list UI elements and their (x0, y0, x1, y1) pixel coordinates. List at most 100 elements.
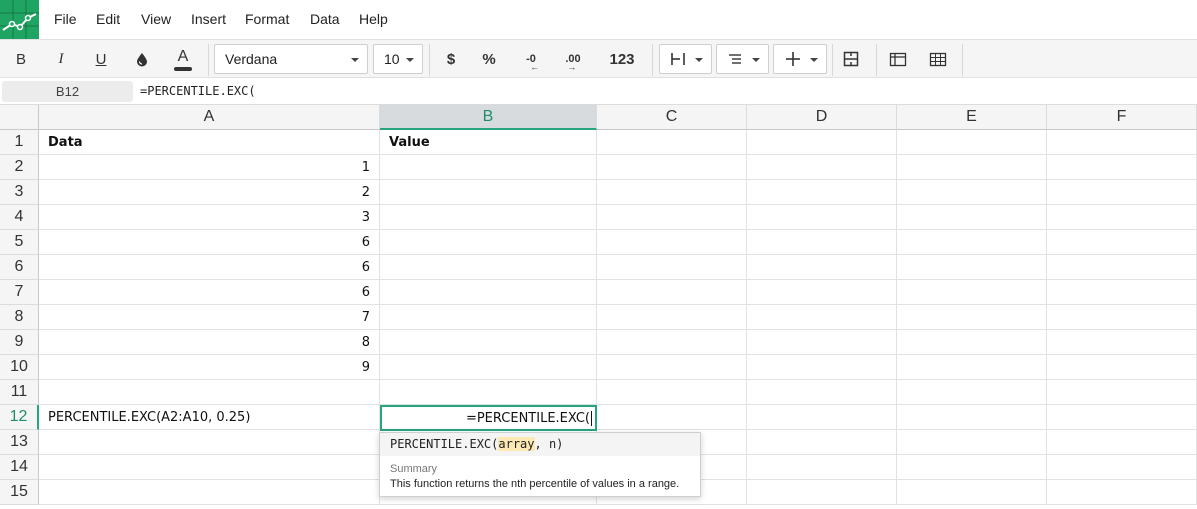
cell-b10[interactable] (380, 355, 597, 380)
menu-edit[interactable]: Edit (96, 11, 120, 27)
cell-f13[interactable] (1047, 430, 1197, 455)
column-header-d[interactable]: D (747, 105, 897, 130)
cell-c8[interactable] (597, 305, 747, 330)
cell-e14[interactable] (897, 455, 1047, 480)
function-signature[interactable]: PERCENTILE.EXC(array, n) (380, 433, 700, 456)
cell-c11[interactable] (597, 380, 747, 405)
row-header[interactable]: 7 (0, 280, 39, 305)
freeze-panes-button[interactable] (883, 40, 913, 78)
row-header[interactable]: 13 (0, 430, 39, 455)
cell-c10[interactable] (597, 355, 747, 380)
row-header[interactable]: 1 (0, 130, 39, 155)
cell-e7[interactable] (897, 280, 1047, 305)
cell-c3[interactable] (597, 180, 747, 205)
column-header-b[interactable]: B (380, 105, 597, 130)
cell-d3[interactable] (747, 180, 897, 205)
cell-c6[interactable] (597, 255, 747, 280)
cell-d2[interactable] (747, 155, 897, 180)
row-header[interactable]: 10 (0, 355, 39, 380)
cell-f9[interactable] (1047, 330, 1197, 355)
cell-f15[interactable] (1047, 480, 1197, 505)
font-size-select[interactable]: 10 (373, 44, 423, 74)
fill-color-button[interactable] (125, 40, 159, 78)
cell-f2[interactable] (1047, 155, 1197, 180)
horizontal-align-select[interactable] (659, 44, 712, 74)
cell-a11[interactable] (39, 380, 380, 405)
cell-a14[interactable] (39, 455, 380, 480)
cell-d4[interactable] (747, 205, 897, 230)
cell-f5[interactable] (1047, 230, 1197, 255)
grid-lines-button[interactable] (923, 40, 953, 78)
cell-name-box[interactable]: B12 (2, 81, 133, 102)
cell-f3[interactable] (1047, 180, 1197, 205)
cell-d5[interactable] (747, 230, 897, 255)
font-family-select[interactable]: Verdana (214, 44, 368, 74)
column-header-f[interactable]: F (1047, 105, 1197, 130)
cell-c12[interactable] (597, 405, 747, 430)
cell-d15[interactable] (747, 480, 897, 505)
cell-c2[interactable] (597, 155, 747, 180)
row-header[interactable]: 15 (0, 480, 39, 505)
cell-a6[interactable]: 6 (39, 255, 380, 280)
cell-d6[interactable] (747, 255, 897, 280)
cell-a1[interactable]: Data (39, 130, 380, 155)
cell-e9[interactable] (897, 330, 1047, 355)
cell-b5[interactable] (380, 230, 597, 255)
cell-e2[interactable] (897, 155, 1047, 180)
cell-a2[interactable]: 1 (39, 155, 380, 180)
cell-f14[interactable] (1047, 455, 1197, 480)
cell-f8[interactable] (1047, 305, 1197, 330)
cell-a8[interactable]: 7 (39, 305, 380, 330)
cell-d14[interactable] (747, 455, 897, 480)
menu-data[interactable]: Data (310, 11, 340, 27)
cell-c9[interactable] (597, 330, 747, 355)
merge-cells-button[interactable] (836, 40, 866, 78)
cell-d1[interactable] (747, 130, 897, 155)
cell-c4[interactable] (597, 205, 747, 230)
row-header-active[interactable]: 12 (0, 405, 39, 430)
cell-b8[interactable] (380, 305, 597, 330)
cell-a12[interactable]: PERCENTILE.EXC(A2:A10, 0.25) (39, 405, 380, 430)
cell-b9[interactable] (380, 330, 597, 355)
menu-help[interactable]: Help (359, 11, 388, 27)
cell-a9[interactable]: 8 (39, 330, 380, 355)
cell-b3[interactable] (380, 180, 597, 205)
cell-e1[interactable] (897, 130, 1047, 155)
cell-f10[interactable] (1047, 355, 1197, 380)
increase-decimals-button[interactable]: .00 → (556, 40, 590, 78)
row-header[interactable]: 3 (0, 180, 39, 205)
cell-c1[interactable] (597, 130, 747, 155)
cell-a3[interactable]: 2 (39, 180, 380, 205)
cell-a13[interactable] (39, 430, 380, 455)
select-all-corner[interactable] (0, 105, 39, 130)
cell-d13[interactable] (747, 430, 897, 455)
cell-b11[interactable] (380, 380, 597, 405)
cell-f11[interactable] (1047, 380, 1197, 405)
menu-format[interactable]: Format (245, 11, 289, 27)
row-header[interactable]: 4 (0, 205, 39, 230)
cell-e3[interactable] (897, 180, 1047, 205)
cell-b2[interactable] (380, 155, 597, 180)
cell-f12[interactable] (1047, 405, 1197, 430)
cell-b6[interactable] (380, 255, 597, 280)
cell-f1[interactable] (1047, 130, 1197, 155)
vertical-align-select[interactable] (773, 44, 827, 74)
menu-insert[interactable]: Insert (191, 11, 226, 27)
decrease-decimals-button[interactable]: -0 ← (514, 40, 548, 78)
row-header[interactable]: 5 (0, 230, 39, 255)
cell-f6[interactable] (1047, 255, 1197, 280)
cell-c7[interactable] (597, 280, 747, 305)
cell-a7[interactable]: 6 (39, 280, 380, 305)
cell-a10[interactable]: 9 (39, 355, 380, 380)
cell-a5[interactable]: 6 (39, 230, 380, 255)
currency-format-button[interactable]: $ (435, 40, 467, 78)
cell-b1[interactable]: Value (380, 130, 597, 155)
cell-e11[interactable] (897, 380, 1047, 405)
percent-format-button[interactable]: % (473, 40, 505, 78)
text-color-button[interactable]: A (166, 40, 200, 78)
row-header[interactable]: 9 (0, 330, 39, 355)
row-header[interactable]: 6 (0, 255, 39, 280)
cell-d7[interactable] (747, 280, 897, 305)
cell-b4[interactable] (380, 205, 597, 230)
cell-e5[interactable] (897, 230, 1047, 255)
